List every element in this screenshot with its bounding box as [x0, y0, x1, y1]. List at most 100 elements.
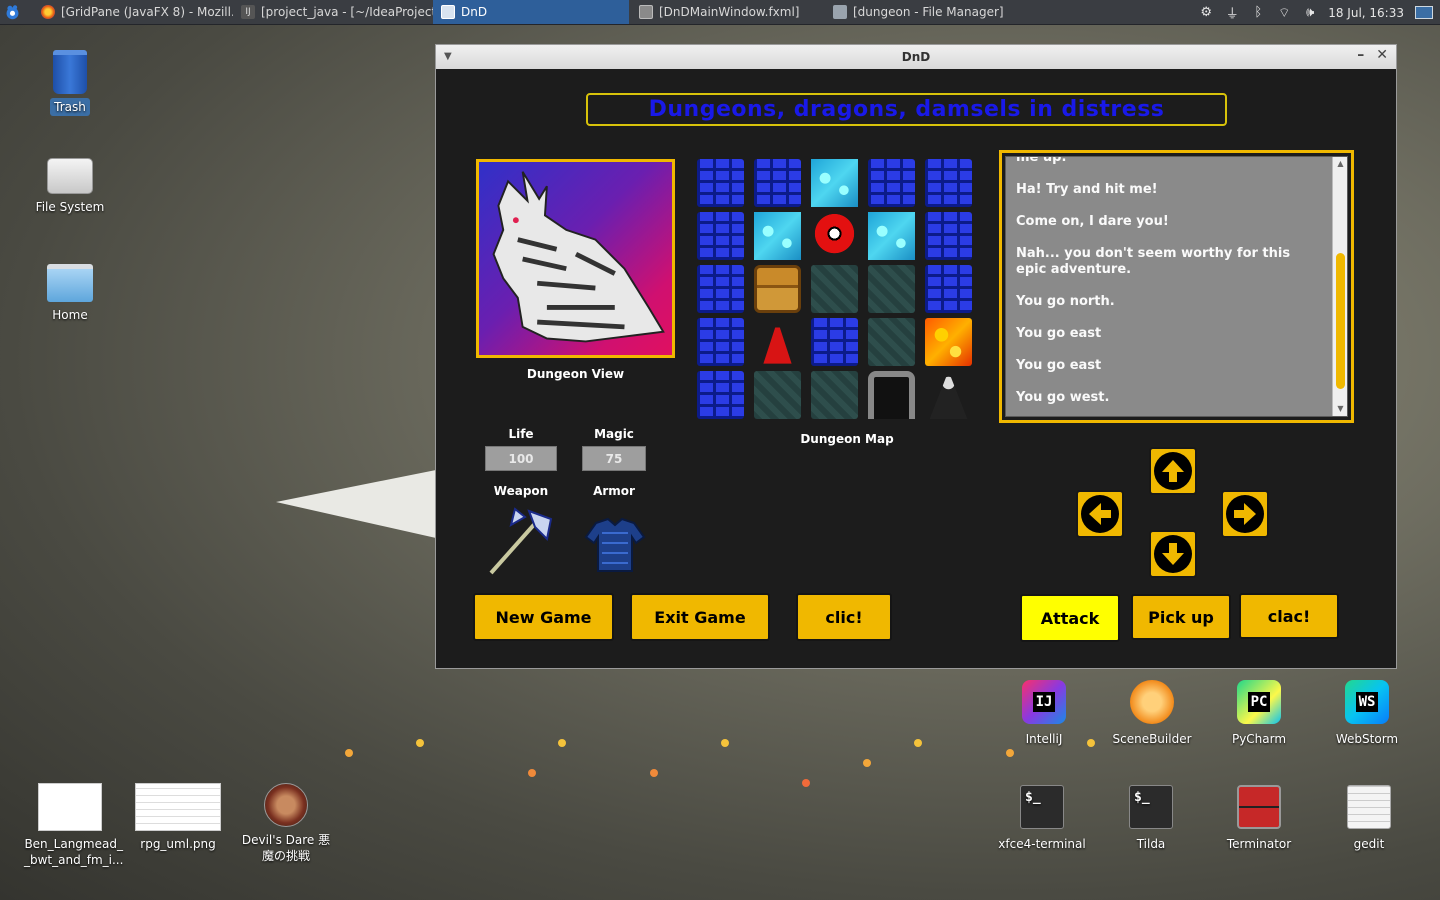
launcher-xfce4-terminal[interactable]: $_ xfce4-terminal — [992, 785, 1092, 853]
map-tile-wall — [925, 212, 972, 260]
move-east-button[interactable] — [1221, 490, 1269, 538]
dungeon-view-label: Dungeon View — [526, 367, 625, 381]
pick-up-button[interactable]: Pick up — [1131, 594, 1231, 640]
volume-icon[interactable]: 🕪 — [1302, 5, 1318, 21]
launcher-terminator[interactable]: Terminator — [1209, 785, 1309, 853]
launcher-gedit[interactable]: gedit — [1319, 785, 1419, 853]
message-log-area[interactable]: me up. Ha! Try and hit me! Come on, I da… — [1005, 156, 1348, 417]
text-editor-icon — [1347, 785, 1391, 829]
launcher-webstorm[interactable]: WS WebStorm — [1317, 680, 1417, 748]
dungeon-map-label: Dungeon Map — [800, 432, 894, 446]
move-north-button[interactable] — [1149, 447, 1197, 495]
magic-value: 75 — [582, 446, 646, 471]
wallpaper-dot — [528, 769, 536, 777]
map-tile-floor — [868, 265, 915, 313]
settings-gear-icon[interactable]: ⚙ — [1198, 5, 1214, 21]
dungeon-view — [476, 159, 675, 358]
log-line: Nah... you don't seem worthy for this ep… — [1016, 246, 1291, 277]
log-line: You go west. — [1016, 390, 1110, 405]
window-titlebar[interactable]: ▼ DnD – ✕ — [436, 45, 1396, 69]
game-icon — [264, 783, 308, 827]
log-line: Come on, I dare you! — [1016, 214, 1169, 229]
taskbar-item-dnd[interactable]: DnD — [433, 0, 629, 24]
log-line: me up. — [1016, 156, 1067, 165]
window-menu-icon[interactable]: ▼ — [444, 51, 452, 62]
image-thumbnail-icon — [135, 783, 221, 831]
clac-button[interactable]: clac! — [1239, 593, 1339, 639]
dungeon-map — [697, 159, 982, 424]
home-folder-icon — [47, 264, 93, 302]
taskbar-item-fxml[interactable]: [DnDMainWindow.fxml] — [629, 0, 825, 24]
xfce-mouse-icon — [6, 4, 19, 19]
move-south-button[interactable] — [1149, 530, 1197, 578]
wallpaper-dot — [721, 739, 729, 747]
desktop-icon-home[interactable]: Home — [20, 264, 120, 324]
attack-button[interactable]: Attack — [1020, 594, 1120, 642]
folder-icon — [833, 5, 847, 19]
launcher-scenebuilder[interactable]: SceneBuilder — [1102, 680, 1202, 748]
map-tile-floor — [754, 371, 801, 419]
desktop-file-game[interactable]: Devil's Dare 悪 魔の挑戦 — [236, 783, 336, 865]
scroll-up-icon[interactable]: ▲ — [1333, 157, 1347, 171]
close-icon[interactable]: ✕ — [1376, 47, 1388, 63]
scroll-down-icon[interactable]: ▼ — [1333, 402, 1347, 416]
clock[interactable]: 18 Jul, 16:33 — [1328, 6, 1404, 20]
move-west-button[interactable] — [1076, 490, 1124, 538]
log-line: You go east — [1016, 358, 1102, 373]
wallpaper-dot — [802, 779, 810, 787]
map-tile-wall — [697, 371, 744, 419]
wallpaper-dot — [863, 759, 871, 767]
show-desktop-icon[interactable] — [1414, 5, 1434, 21]
game-banner: Dungeons, dragons, damsels in distress — [586, 93, 1227, 126]
desktop-file-png[interactable]: rpg_uml.png — [128, 783, 228, 853]
log-line: You go east — [1016, 326, 1102, 341]
scrollbar-thumb[interactable] — [1336, 252, 1345, 389]
bluetooth-icon[interactable]: ᛒ — [1250, 5, 1266, 21]
chainmail-armor-icon — [584, 517, 646, 572]
window-icon — [639, 5, 653, 19]
new-game-button[interactable]: New Game — [473, 593, 614, 641]
exit-game-button[interactable]: Exit Game — [630, 593, 770, 641]
top-panel: [GridPane (JavaFX 8) - Mozill... IJ [pro… — [0, 0, 1440, 25]
window-icon — [441, 5, 455, 19]
arrow-right-icon — [1234, 503, 1256, 525]
dnd-window: ▼ DnD – ✕ Dungeons, dragons, damsels in … — [435, 44, 1397, 669]
map-tile-floor — [868, 318, 915, 366]
taskbar-item-firefox[interactable]: [GridPane (JavaFX 8) - Mozill... — [33, 0, 233, 24]
map-tile-water — [811, 159, 858, 207]
desktop-icon-trash[interactable]: Trash — [20, 50, 120, 116]
message-list: me up. Ha! Try and hit me! Come on, I da… — [1016, 156, 1321, 416]
taskbar-item-intellij[interactable]: IJ [project_java - [~/IdeaProject... — [233, 0, 433, 24]
wallpaper-dot — [914, 739, 922, 747]
map-tile-lava — [925, 318, 972, 366]
log-scrollbar[interactable]: ▲ ▼ — [1332, 157, 1347, 416]
map-tile-wall — [925, 159, 972, 207]
wallpaper-dot — [558, 739, 566, 747]
map-tile-wall — [697, 159, 744, 207]
desktop-icon-filesystem[interactable]: File System — [20, 158, 120, 216]
wifi-icon[interactable]: ⌔ — [1276, 5, 1292, 21]
clic-button[interactable]: clic! — [796, 593, 892, 641]
log-line: Ha! Try and hit me! — [1016, 182, 1158, 197]
whisker-menu-button[interactable] — [0, 0, 25, 25]
taskbar-item-file-manager[interactable]: [dungeon - File Manager] — [825, 0, 1025, 24]
wallpaper-dot — [650, 769, 658, 777]
pycharm-icon: PC — [1237, 680, 1281, 724]
message-log: me up. Ha! Try and hit me! Come on, I da… — [999, 150, 1354, 423]
launcher-tilda[interactable]: $_ Tilda — [1101, 785, 1201, 853]
map-tile-wall — [697, 265, 744, 313]
log-line: You go north. — [1016, 294, 1115, 309]
wallpaper-shape — [276, 470, 436, 538]
map-tile-chest — [754, 265, 801, 313]
armor-label: Armor — [593, 484, 635, 498]
wallpaper-dot — [1006, 749, 1014, 757]
weapon-label: Weapon — [493, 484, 549, 498]
map-tile-floor — [811, 371, 858, 419]
launcher-pycharm[interactable]: PC PyCharm — [1209, 680, 1309, 748]
life-label: Life — [508, 427, 534, 441]
desktop-file-pdf[interactable]: Ben_Langmead_ _bwt_and_fm_i... — [20, 783, 123, 869]
window-title: DnD — [901, 50, 931, 64]
minimize-icon[interactable]: – — [1357, 47, 1364, 63]
power-plug-icon[interactable]: ⏚ — [1224, 5, 1240, 22]
launcher-intellij[interactable]: IJ IntelliJ — [994, 680, 1094, 748]
